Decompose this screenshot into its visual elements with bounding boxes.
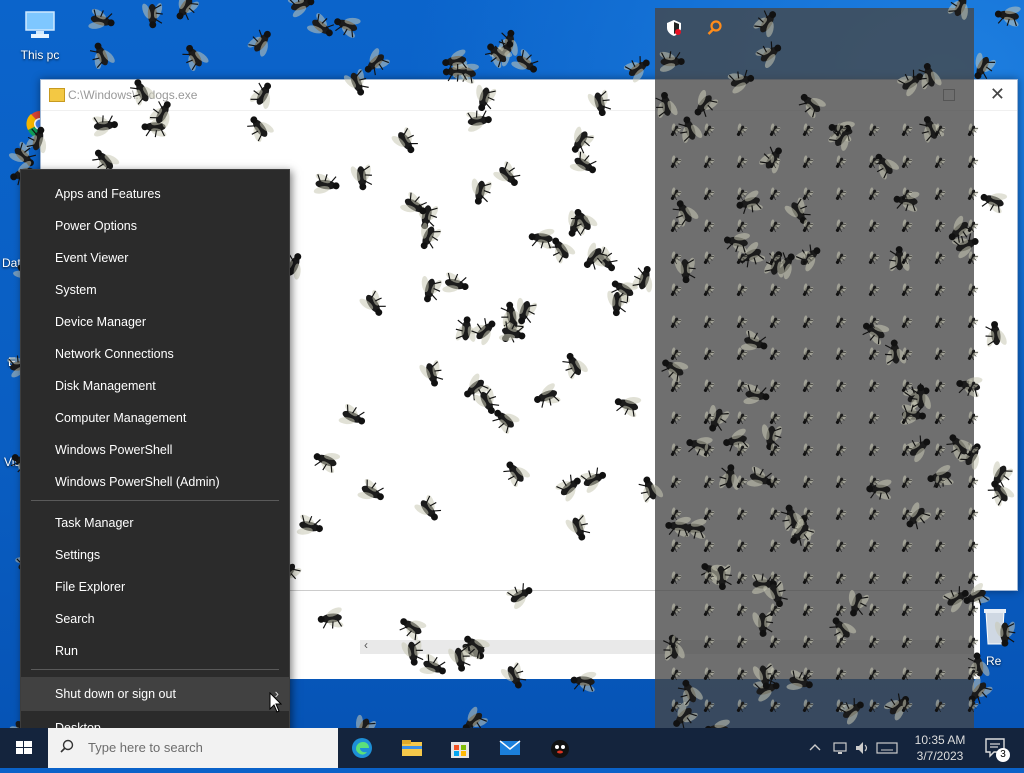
menu-item-label: File Explorer bbox=[55, 580, 126, 594]
menu-item-shut-down-or-sign-out[interactable]: Shut down or sign out › bbox=[21, 677, 289, 711]
desktop-icon-label: This pc bbox=[20, 48, 60, 62]
file-explorer-icon[interactable] bbox=[400, 736, 424, 760]
window-title: C:\Windows\...\dogs.exe bbox=[68, 88, 198, 102]
chevron-up-icon[interactable] bbox=[808, 741, 822, 755]
recycle-bin-icon[interactable] bbox=[982, 606, 1008, 646]
store-icon[interactable] bbox=[448, 736, 472, 760]
menu-item-label: Apps and Features bbox=[55, 187, 161, 201]
search-placeholder: Type here to search bbox=[88, 740, 203, 755]
notification-count-badge: 3 bbox=[996, 748, 1010, 762]
menu-item-label: Windows PowerShell (Admin) bbox=[55, 475, 220, 489]
menu-separator bbox=[31, 500, 279, 501]
menu-item-system[interactable]: System bbox=[21, 275, 289, 305]
menu-item-task-manager[interactable]: Task Manager bbox=[21, 508, 289, 538]
shield-icon[interactable] bbox=[667, 20, 681, 36]
scroll-left-icon[interactable]: ‹ bbox=[364, 638, 368, 652]
overlay-panel bbox=[655, 8, 974, 728]
menu-separator bbox=[31, 669, 279, 670]
menu-item-label: Computer Management bbox=[55, 411, 187, 425]
menu-item-windows-powershell-admin[interactable]: Windows PowerShell (Admin) bbox=[21, 467, 289, 497]
desktop-partial-label: Re bbox=[986, 654, 1002, 668]
taskbar: Type here to search 10:35 AM 3/7/2023 3 bbox=[0, 728, 1024, 768]
desktop-partial-label: E bbox=[8, 355, 17, 369]
menu-item-settings[interactable]: Settings bbox=[21, 540, 289, 570]
menu-item-label: Settings bbox=[55, 548, 101, 562]
computer-icon bbox=[25, 11, 55, 38]
desktop-partial-label: Dat bbox=[2, 256, 21, 270]
menu-item-label: Task Manager bbox=[55, 516, 134, 530]
edge-icon[interactable] bbox=[350, 736, 374, 760]
windows-logo-icon bbox=[16, 741, 32, 754]
menu-item-label: Run bbox=[55, 644, 78, 658]
menu-item-run[interactable]: Run bbox=[21, 636, 289, 666]
menu-item-label: Device Manager bbox=[55, 315, 147, 329]
menu-item-label: System bbox=[55, 283, 97, 297]
mouse-cursor-icon bbox=[269, 692, 283, 713]
search-icon[interactable] bbox=[707, 20, 723, 36]
close-button[interactable]: ✕ bbox=[990, 84, 1005, 105]
desktop-icon-this-pc[interactable]: This pc bbox=[10, 10, 70, 62]
clock-time: 10:35 AM bbox=[914, 733, 966, 747]
menu-item-label: Search bbox=[55, 612, 95, 626]
menu-item-computer-management[interactable]: Computer Management bbox=[21, 403, 289, 433]
app-icon[interactable] bbox=[548, 736, 572, 760]
menu-item-search[interactable]: Search bbox=[21, 604, 289, 634]
menu-item-event-viewer[interactable]: Event Viewer bbox=[21, 243, 289, 273]
clock-date: 3/7/2023 bbox=[916, 749, 964, 763]
action-center-button[interactable]: 3 bbox=[982, 734, 1010, 762]
menu-item-label: Power Options bbox=[55, 219, 137, 233]
search-icon bbox=[60, 739, 74, 753]
mail-icon[interactable] bbox=[498, 736, 522, 760]
menu-item-file-explorer[interactable]: File Explorer bbox=[21, 572, 289, 602]
menu-item-label: Disk Management bbox=[55, 379, 156, 393]
menu-item-windows-powershell[interactable]: Windows PowerShell bbox=[21, 435, 289, 465]
desktop-partial-label: Vis bbox=[4, 455, 21, 469]
menu-item-label: Event Viewer bbox=[55, 251, 129, 265]
keyboard-icon[interactable] bbox=[876, 740, 898, 756]
menu-item-disk-management[interactable]: Disk Management bbox=[21, 371, 289, 401]
winx-context-menu: Apps and Features Power Options Event View… bbox=[20, 169, 290, 748]
network-icon[interactable] bbox=[832, 740, 848, 756]
volume-icon[interactable] bbox=[854, 740, 870, 756]
menu-item-label: Windows PowerShell bbox=[55, 443, 173, 457]
start-button[interactable] bbox=[0, 728, 48, 768]
menu-item-label: Network Connections bbox=[55, 347, 174, 361]
menu-item-apps-and-features[interactable]: Apps and Features bbox=[21, 179, 289, 209]
menu-item-label: Shut down or sign out bbox=[55, 687, 176, 701]
taskbar-search-box[interactable]: Type here to search bbox=[48, 728, 338, 768]
menu-item-device-manager[interactable]: Device Manager bbox=[21, 307, 289, 337]
folder-icon bbox=[49, 88, 65, 102]
menu-item-power-options[interactable]: Power Options bbox=[21, 211, 289, 241]
taskbar-clock[interactable]: 10:35 AM 3/7/2023 bbox=[900, 732, 980, 764]
menu-item-network-connections[interactable]: Network Connections bbox=[21, 339, 289, 369]
